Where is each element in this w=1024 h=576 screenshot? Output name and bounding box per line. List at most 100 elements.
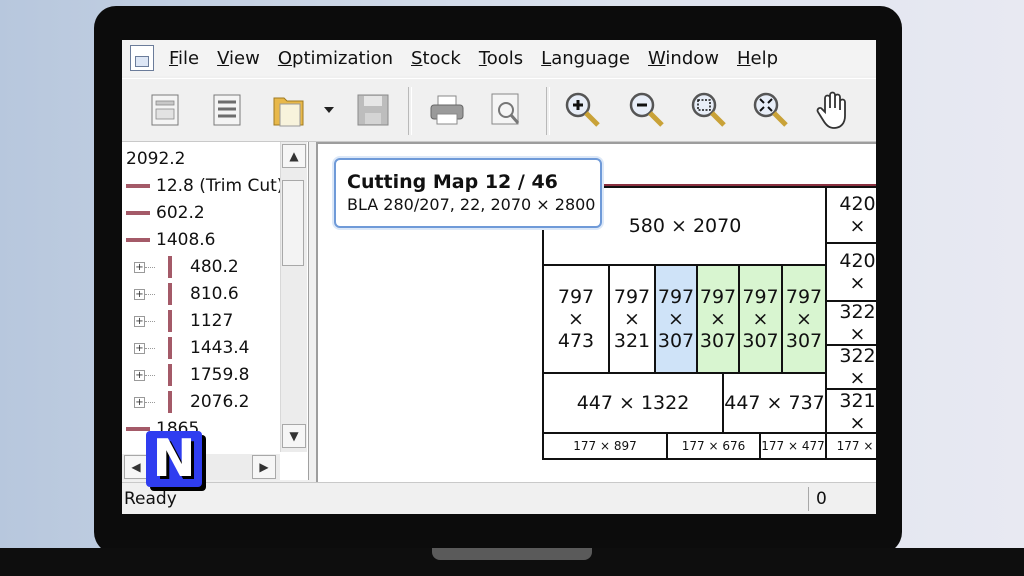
expand-icon[interactable]: + (134, 289, 145, 300)
piece-small[interactable]: 177 × 897 (542, 432, 668, 460)
menu-window-rest: indow (665, 47, 719, 69)
expand-icon[interactable]: + (134, 262, 145, 273)
piece-bottom[interactable]: 447 × 737 (722, 372, 827, 434)
scroll-left-icon[interactable]: ◀ (124, 455, 148, 479)
tree-row[interactable]: 480.2 (190, 254, 280, 281)
scroll-up-icon[interactable]: ▲ (282, 144, 306, 168)
laptop-notch (432, 548, 592, 560)
tree-row[interactable]: 2076.2 (190, 389, 280, 416)
piece-strip[interactable]: 797 × 307 (781, 264, 827, 374)
scroll-down-icon[interactable]: ▼ (282, 424, 306, 448)
piece-small[interactable]: 177 × 676 (666, 432, 761, 460)
report-icon[interactable] (144, 89, 186, 131)
scroll-thumb[interactable] (282, 180, 304, 266)
tree-vertical-scrollbar[interactable]: ▲ ▼ (280, 142, 307, 452)
menu-view[interactable]: View (208, 48, 269, 69)
piece-height: 307 (785, 330, 823, 352)
cut-marker (126, 427, 150, 431)
piece-strip[interactable]: 797 × 307 (696, 264, 740, 374)
piece-label: 177 × 897 (573, 439, 637, 453)
toolbar (122, 78, 876, 142)
piece-width: 797 (699, 286, 737, 308)
piece-strip[interactable]: 797 × 321 (608, 264, 656, 374)
scroll-right-icon[interactable]: ▶ (252, 455, 276, 479)
menu-file-rest: ile (178, 47, 200, 69)
menu-file[interactable]: File (160, 48, 208, 69)
print-preview-icon[interactable] (486, 89, 528, 131)
tree-row-label: 480.2 (190, 257, 239, 277)
open-folder-icon[interactable] (268, 89, 310, 131)
tree-row-label: 1127 (190, 311, 234, 331)
tree-row-root[interactable]: 2092.2 (126, 146, 286, 173)
tree-row[interactable]: 810.6 (190, 281, 280, 308)
channel-logo: N (146, 431, 202, 487)
expand-icon[interactable]: + (134, 316, 145, 327)
piece-small[interactable]: 177 × (825, 432, 876, 460)
piece-label: 177 × (836, 439, 874, 453)
tooltip-subtitle: BLA 280/207, 22, 2070 × 2800 (347, 195, 596, 214)
piece-label: 177 × 676 (681, 439, 746, 453)
tree-row[interactable]: 1443.4 (190, 335, 280, 362)
app-icon[interactable] (130, 45, 154, 71)
cut-marker (126, 184, 150, 188)
tree-row[interactable]: 1408.6 (122, 227, 282, 254)
tree-row[interactable]: 602.2 (122, 200, 282, 227)
piece-label: 420 × (839, 250, 876, 294)
tree-row[interactable]: 12.8 (Trim Cut) (122, 173, 283, 200)
piece-label: 580 × 2070 (628, 215, 742, 237)
save-icon[interactable] (352, 89, 394, 131)
piece-label: 321 × (839, 390, 876, 434)
menu-help-rest: elp (750, 47, 779, 69)
menu-window-key: W (648, 47, 666, 69)
menu-language[interactable]: Language (532, 48, 639, 69)
menu-stock[interactable]: Stock (402, 48, 470, 69)
menu-help[interactable]: Help (728, 48, 787, 69)
piece-times: × (568, 308, 584, 330)
piece-right[interactable]: 420 × (825, 186, 876, 244)
piece-small[interactable]: 177 × 477 (759, 432, 827, 460)
piece-right[interactable]: 322 × (825, 344, 876, 390)
menu-bar: File View Optimization Stock Tools Langu… (122, 40, 876, 76)
zoom-out-icon[interactable] (626, 89, 668, 131)
list-icon[interactable] (206, 89, 248, 131)
piece-right[interactable]: 321 × (825, 388, 876, 436)
piece-bottom[interactable]: 447 × 1322 (542, 372, 724, 434)
expand-icon[interactable]: + (134, 370, 145, 381)
zoom-in-icon[interactable] (562, 89, 604, 131)
tree-row-label: 1759.8 (190, 365, 250, 385)
tree-row[interactable]: 1127 (190, 308, 280, 335)
piece-height: 473 (557, 330, 595, 352)
piece-height: 307 (699, 330, 737, 352)
tree-row-label: 2092.2 (126, 149, 186, 169)
zoom-window-icon[interactable] (688, 89, 730, 131)
expand-icon[interactable]: + (134, 343, 145, 354)
expand-icon[interactable]: + (134, 397, 145, 408)
menu-optimization[interactable]: Optimization (269, 48, 402, 69)
menu-tools-rest: ools (486, 47, 524, 69)
menu-tools[interactable]: Tools (470, 48, 532, 69)
piece-width: 797 (657, 286, 695, 308)
cut-tree-panel: 2092.2 12.8 (Trim Cut) 602.2 1408.6 + 48… (122, 142, 309, 480)
piece-strip[interactable]: 797 × 473 (542, 264, 610, 374)
menu-window[interactable]: Window (639, 48, 728, 69)
tree-row[interactable]: 1759.8 (190, 362, 280, 389)
cut-marker (168, 310, 172, 332)
print-icon[interactable] (426, 89, 468, 131)
cut-marker (168, 364, 172, 386)
piece-right[interactable]: 420 × (825, 242, 876, 302)
piece-strip[interactable]: 797 × 307 (738, 264, 783, 374)
dropdown-arrow-icon[interactable] (318, 89, 340, 131)
piece-right[interactable]: 322 × (825, 300, 876, 346)
menu-file-key: F (169, 47, 179, 69)
status-divider (808, 487, 809, 511)
cut-marker (126, 211, 150, 215)
menu-help-key: H (737, 47, 751, 69)
pan-hand-icon[interactable] (812, 89, 854, 131)
piece-label: 322 × (839, 345, 876, 389)
tree-row-label: 602.2 (156, 203, 205, 223)
zoom-fit-icon[interactable] (750, 89, 792, 131)
piece-label: 447 × 1322 (576, 392, 690, 414)
menu-stock-rest: tock (422, 47, 461, 69)
menu-optimization-rest: ptimization (292, 47, 393, 69)
piece-strip-selected[interactable]: 797 × 307 (654, 264, 698, 374)
